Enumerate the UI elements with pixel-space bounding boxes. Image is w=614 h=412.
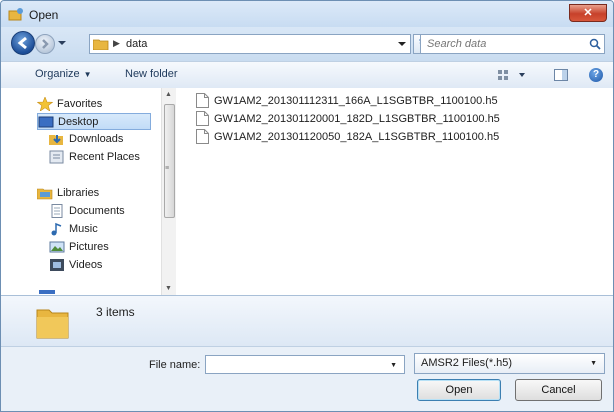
sidebar-label: Favorites (57, 98, 103, 110)
sidebar-item-favorites[interactable]: Favorites (37, 96, 147, 113)
desktop-icon (38, 116, 54, 128)
sidebar-label: Libraries (57, 187, 100, 199)
close-icon: ✕ (583, 7, 593, 19)
sidebar-label: Videos (69, 259, 103, 271)
scroll-up-icon[interactable]: ▲ (165, 91, 172, 98)
open-button[interactable]: Open (417, 379, 501, 401)
back-arrow-icon (17, 36, 27, 50)
videos-icon (50, 259, 64, 271)
libraries-icon (37, 188, 53, 200)
grip-icon: ≡ (165, 165, 170, 172)
organize-button[interactable]: Organize ▼ (35, 68, 92, 80)
partially-visible-item (39, 290, 55, 294)
breadcrumb-separator[interactable]: ▶ (113, 38, 120, 49)
sidebar-item-downloads[interactable]: Downloads (49, 131, 149, 148)
sidebar-item-pictures[interactable]: Pictures (49, 239, 149, 256)
pictures-icon (49, 241, 65, 253)
app-icon (8, 8, 23, 21)
sidebar-label: Pictures (69, 241, 109, 253)
address-bar[interactable]: ▶ data (89, 34, 411, 54)
downloads-icon (49, 135, 63, 145)
organize-label: Organize (35, 68, 80, 80)
file-name-combobox[interactable]: ▼ (205, 355, 405, 374)
chevron-down-icon: ▼ (590, 360, 597, 367)
file-icon (196, 93, 209, 108)
file-name: GW1AM2_201301120001_182D_L1SGBTBR_110010… (214, 113, 500, 125)
file-name: GW1AM2_201301120050_182A_L1SGBTBR_110010… (214, 131, 500, 143)
file-name: GW1AM2_201301112311_166A_L1SGBTBR_110010… (214, 95, 498, 107)
close-button[interactable]: ✕ (569, 4, 607, 22)
sidebar-label: Recent Places (69, 151, 140, 163)
navigation-pane: Favorites Desktop Downloads Recent Place… (1, 88, 162, 295)
details-pane: 3 items (1, 295, 613, 346)
command-toolbar: Organize ▼ New folder ? (1, 61, 613, 89)
scroll-down-icon[interactable]: ▼ (165, 285, 172, 292)
sidebar-item-videos[interactable]: Videos (49, 257, 149, 274)
search-input[interactable] (423, 36, 591, 52)
navigation-bar: ▶ data ↻ (1, 27, 613, 61)
chevron-down-icon[interactable] (398, 40, 406, 48)
search-box[interactable] (420, 34, 605, 54)
scrollbar-thumb[interactable] (164, 104, 175, 218)
folder-icon (36, 309, 69, 339)
sidebar-label: Downloads (69, 133, 124, 145)
file-name-label: File name: (149, 359, 201, 371)
forward-button[interactable] (35, 34, 55, 54)
chevron-down-icon[interactable]: ▼ (390, 362, 397, 369)
item-count: 3 items (96, 305, 135, 319)
star-icon (37, 97, 53, 111)
music-icon (51, 222, 62, 236)
new-folder-button[interactable]: New folder (125, 68, 178, 80)
sidebar-item-desktop[interactable]: Desktop (37, 113, 151, 130)
forward-arrow-icon (42, 39, 49, 49)
sidebar-item-libraries[interactable]: Libraries (37, 185, 147, 202)
file-type-select[interactable]: AMSR2 Files(*.h5) ▼ (414, 353, 605, 374)
navigation-scrollbar[interactable]: ▲ ≡ ▼ (161, 88, 176, 295)
help-icon[interactable]: ? (589, 68, 603, 82)
sidebar-item-documents[interactable]: Documents (49, 203, 149, 220)
recent-locations-dropdown[interactable] (57, 37, 67, 49)
file-icon (196, 111, 209, 126)
recent-places-icon (49, 150, 64, 164)
file-type-value: AMSR2 Files(*.h5) (421, 357, 513, 369)
open-dialog: Open ✕ ▶ data ↻ (0, 0, 614, 412)
sidebar-item-recent-places[interactable]: Recent Places (49, 149, 159, 166)
breadcrumb-data[interactable]: data (126, 38, 147, 50)
window-title: Open (29, 8, 59, 22)
back-button[interactable] (11, 31, 35, 55)
sidebar-item-music[interactable]: Music (49, 221, 149, 238)
chevron-down-icon: ▼ (83, 70, 92, 79)
preview-pane-icon[interactable] (554, 69, 568, 81)
sidebar-label: Music (69, 223, 98, 235)
title-bar: Open ✕ (1, 1, 613, 27)
documents-icon (51, 204, 63, 218)
file-name-input[interactable] (209, 357, 393, 374)
search-icon[interactable] (589, 38, 601, 50)
file-list: GW1AM2_201301112311_166A_L1SGBTBR_110010… (176, 88, 613, 295)
sidebar-label: Desktop (58, 116, 99, 128)
dialog-footer: File name: ▼ AMSR2 Files(*.h5) ▼ Open Ca… (1, 346, 613, 411)
cancel-button[interactable]: Cancel (515, 379, 602, 401)
sidebar-label: Documents (69, 205, 125, 217)
file-icon (196, 129, 209, 144)
views-icon[interactable] (497, 68, 527, 82)
folder-icon (93, 39, 109, 50)
